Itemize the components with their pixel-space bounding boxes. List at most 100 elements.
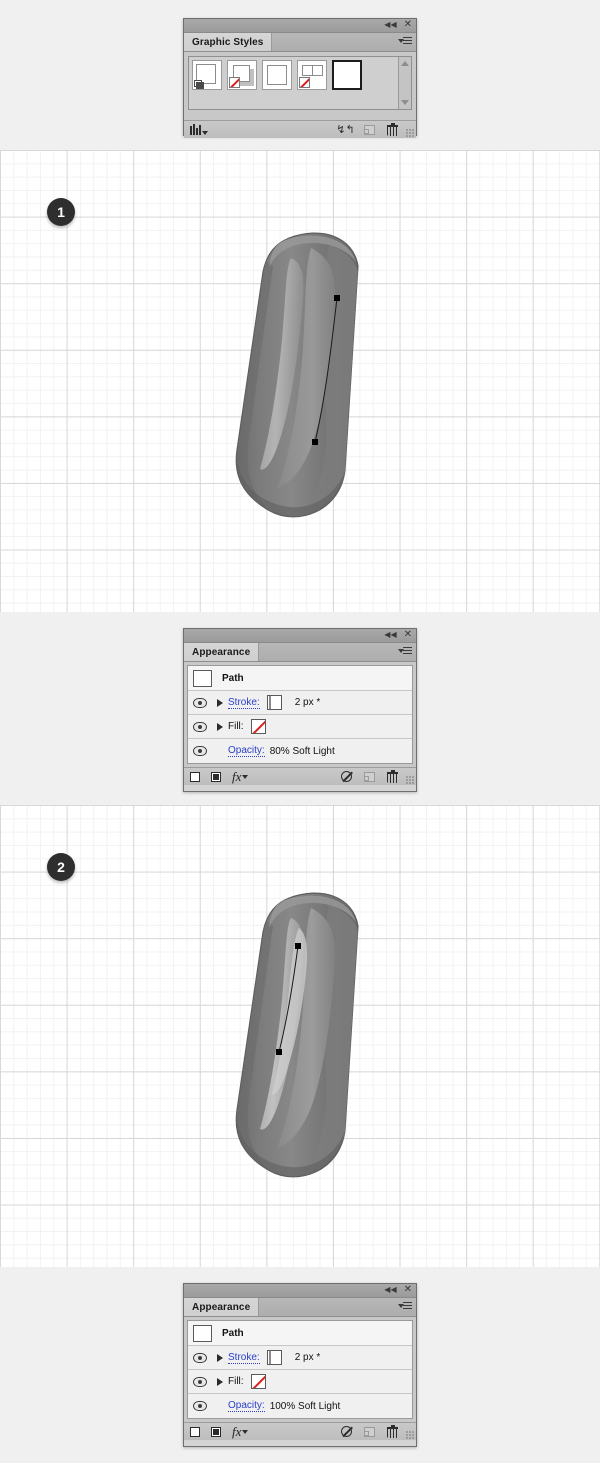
appearance-attribute-list[interactable]: Path Stroke: 2 px * Fill: Opacity: 80% S…	[187, 665, 413, 764]
close-icon[interactable]: ✕	[404, 630, 412, 640]
visibility-toggle-stroke[interactable]	[188, 1352, 212, 1363]
tab-appearance[interactable]: Appearance	[184, 643, 260, 661]
panel-menu-icon[interactable]	[398, 646, 412, 658]
add-new-stroke-icon[interactable]	[190, 771, 200, 782]
opacity-value[interactable]: 100% Soft Light	[270, 1401, 341, 1412]
graphic-styles-swatch-area[interactable]	[188, 56, 412, 110]
stroke-label[interactable]: Stroke:	[228, 1352, 260, 1364]
double-left-chevron-icon[interactable]: ◀◀	[384, 20, 396, 30]
add-new-stroke-icon[interactable]	[190, 1426, 200, 1437]
appearance-panel-2[interactable]: ◀◀ ✕ Appearance Path Stroke: 2 px * Fill…	[183, 1283, 417, 1447]
appearance-panel-1[interactable]: ◀◀ ✕ Appearance Path Stroke: 2 px * Fill…	[183, 628, 417, 792]
add-new-fill-icon[interactable]	[211, 771, 221, 782]
artboard-canvas-step-2: 2	[0, 805, 600, 1267]
opacity-value[interactable]: 80% Soft Light	[270, 746, 335, 757]
graphic-style-swatch-4[interactable]	[297, 60, 327, 90]
fill-label[interactable]: Fill:	[228, 1376, 244, 1387]
visibility-toggle-fill[interactable]	[188, 721, 212, 732]
break-link-to-style-icon[interactable]: ↯↰	[336, 124, 354, 136]
appearance-row-fill[interactable]: Fill:	[188, 715, 412, 739]
tab-bar-empty	[272, 33, 416, 51]
fill-label[interactable]: Fill:	[228, 721, 244, 732]
appearance-target-row[interactable]: Path	[188, 1321, 412, 1346]
graphic-style-swatch-5-selected[interactable]	[332, 60, 362, 90]
duplicate-selected-item-icon[interactable]	[363, 1426, 375, 1437]
panel-menu-icon[interactable]	[398, 36, 412, 48]
scroll-down-arrow-icon[interactable]	[401, 100, 409, 105]
stroke-color-swatch[interactable]	[266, 1350, 282, 1365]
resize-grip[interactable]	[406, 1431, 414, 1439]
tab-graphic-styles[interactable]: Graphic Styles	[184, 33, 273, 51]
clear-appearance-icon[interactable]	[341, 1426, 352, 1437]
anchor-point-top[interactable]	[295, 943, 301, 949]
tab-label: Appearance	[192, 646, 251, 658]
graphic-style-swatch-3[interactable]	[262, 60, 292, 90]
add-new-fill-icon[interactable]	[211, 1426, 221, 1437]
fill-color-swatch-none[interactable]	[250, 1374, 266, 1389]
expand-toggle-stroke[interactable]	[212, 1353, 228, 1362]
double-left-chevron-icon[interactable]: ◀◀	[384, 1285, 396, 1295]
resize-grip[interactable]	[406, 129, 414, 137]
expand-toggle-fill[interactable]	[212, 722, 228, 731]
expand-toggle-fill[interactable]	[212, 1377, 228, 1386]
appearance-body: Path Stroke: 2 px * Fill: Opacity: 80% S…	[184, 662, 416, 767]
visibility-toggle-fill[interactable]	[188, 1376, 212, 1387]
anchor-point-bottom[interactable]	[276, 1049, 282, 1055]
graphic-styles-panel[interactable]: ◀◀ ✕ Graphic Styles ↯↰	[183, 18, 417, 138]
appearance-row-fill[interactable]: Fill:	[188, 1370, 412, 1394]
delete-selected-item-icon[interactable]	[387, 769, 398, 783]
close-icon[interactable]: ✕	[404, 20, 412, 30]
artwork-pill-step-1[interactable]	[225, 230, 400, 535]
expand-toggle-stroke[interactable]	[212, 698, 228, 707]
stroke-weight-value[interactable]: 2 px *	[295, 1352, 321, 1363]
artwork-pill-step-2[interactable]	[225, 890, 400, 1195]
tab-bar-empty	[259, 643, 416, 661]
appearance-row-opacity[interactable]: Opacity: 80% Soft Light	[188, 739, 412, 763]
graphic-style-swatch-2[interactable]	[227, 60, 257, 90]
duplicate-selected-item-icon[interactable]	[363, 771, 375, 782]
opacity-label[interactable]: Opacity:	[228, 745, 265, 757]
panel-tab-bar[interactable]: Graphic Styles	[184, 33, 416, 52]
tab-appearance[interactable]: Appearance	[184, 1298, 260, 1316]
stroke-weight-value[interactable]: 2 px *	[295, 697, 321, 708]
anchor-point-top[interactable]	[334, 295, 340, 301]
new-graphic-style-icon[interactable]	[363, 124, 375, 135]
delete-graphic-style-icon[interactable]	[387, 122, 398, 136]
appearance-attribute-list[interactable]: Path Stroke: 2 px * Fill: Opacity: 100% …	[187, 1320, 413, 1419]
opacity-label[interactable]: Opacity:	[228, 1400, 265, 1412]
panel-title-bar[interactable]: ◀◀ ✕	[184, 1284, 416, 1298]
add-new-effect-icon[interactable]: fx	[232, 1425, 249, 1438]
scroll-up-arrow-icon[interactable]	[401, 61, 409, 66]
double-left-chevron-icon[interactable]: ◀◀	[384, 630, 396, 640]
graphic-styles-footer: ↯↰	[184, 120, 416, 138]
eye-icon	[193, 1401, 207, 1411]
visibility-toggle-opacity[interactable]	[188, 746, 212, 756]
clear-appearance-icon[interactable]	[341, 771, 352, 782]
stroke-label[interactable]: Stroke:	[228, 697, 260, 709]
triangle-right-icon	[217, 698, 223, 707]
resize-grip[interactable]	[406, 776, 414, 784]
visibility-toggle-opacity[interactable]	[188, 1401, 212, 1411]
triangle-right-icon	[217, 1377, 223, 1386]
panel-tab-bar[interactable]: Appearance	[184, 643, 416, 662]
appearance-row-opacity[interactable]: Opacity: 100% Soft Light	[188, 1394, 412, 1418]
fill-color-swatch-none[interactable]	[250, 719, 266, 734]
anchor-point-bottom[interactable]	[312, 439, 318, 445]
panel-menu-icon[interactable]	[398, 1301, 412, 1313]
delete-selected-item-icon[interactable]	[387, 1424, 398, 1438]
close-icon[interactable]: ✕	[404, 1285, 412, 1295]
graphic-styles-scrollbar[interactable]	[398, 57, 411, 109]
appearance-row-stroke[interactable]: Stroke: 2 px *	[188, 1346, 412, 1370]
panel-title-bar[interactable]: ◀◀ ✕	[184, 629, 416, 643]
menu-bars-icon	[403, 37, 412, 46]
stroke-color-swatch[interactable]	[266, 695, 282, 710]
graphic-style-swatch-1[interactable]	[192, 60, 222, 90]
eye-icon	[193, 697, 207, 708]
add-new-effect-icon[interactable]: fx	[232, 770, 249, 783]
panel-title-bar[interactable]: ◀◀ ✕	[184, 19, 416, 33]
appearance-target-row[interactable]: Path	[188, 666, 412, 691]
graphic-styles-libraries-icon[interactable]	[190, 124, 208, 135]
visibility-toggle-stroke[interactable]	[188, 697, 212, 708]
appearance-row-stroke[interactable]: Stroke: 2 px *	[188, 691, 412, 715]
panel-tab-bar[interactable]: Appearance	[184, 1298, 416, 1317]
